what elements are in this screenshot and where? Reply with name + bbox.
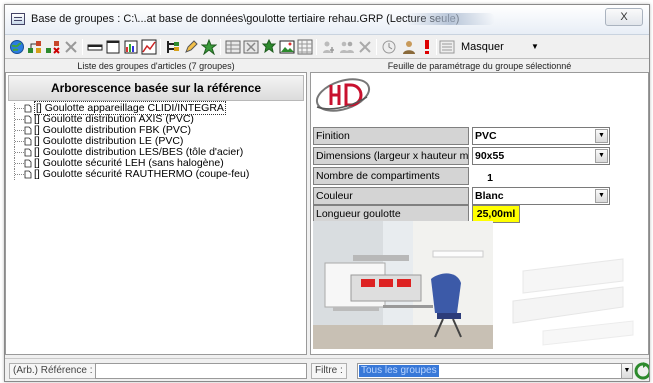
filter-value: Tous les groupes: [359, 365, 439, 377]
edit-icon[interactable]: [183, 39, 199, 55]
exclamation-icon[interactable]: [419, 39, 435, 55]
window-icon[interactable]: [105, 39, 121, 55]
filter-input[interactable]: Tous les groupes: [357, 363, 627, 379]
couleur-select[interactable]: Blanc ▼: [472, 187, 610, 205]
leaf-icon: [24, 104, 32, 113]
chevron-down-icon[interactable]: ▼: [595, 129, 608, 143]
param-label: Dimensions (largeur x hauteur mm): [313, 147, 469, 165]
grid-icon[interactable]: [297, 39, 313, 55]
chart-window-icon[interactable]: [123, 39, 139, 55]
table-x-icon[interactable]: [243, 39, 259, 55]
toolbar: Masquer ▼: [5, 35, 649, 59]
tree-item-label: [] Goulotte sécurité RAUTHERMO (coupe-fe…: [34, 168, 250, 180]
person-group-icon[interactable]: [339, 39, 355, 55]
param-row-finition: Finition PVC ▼: [313, 127, 610, 145]
company-logo: [315, 78, 371, 112]
chart-icon[interactable]: [141, 39, 157, 55]
status-bar: (Arb.) Référence : Filtre : Tous les gro…: [5, 358, 650, 381]
param-row-dimensions: Dimensions (largeur x hauteur mm) 90x55 ▼: [313, 147, 610, 165]
masquer-label: Masquer: [461, 41, 504, 53]
globe-icon[interactable]: [9, 39, 25, 55]
refresh-icon[interactable]: [633, 361, 650, 381]
app-icon: [11, 13, 25, 25]
reference-input[interactable]: [95, 363, 307, 379]
param-row-compartiments: Nombre de compartiments 1: [313, 167, 609, 188]
office-photo: [313, 221, 493, 349]
leaf-icon: [24, 137, 32, 146]
delete-icon[interactable]: [63, 39, 79, 55]
param-value: PVC: [475, 130, 497, 142]
tree-people-icon[interactable]: [27, 39, 43, 55]
table-icon[interactable]: [225, 39, 241, 55]
close-button[interactable]: X: [605, 8, 643, 26]
dimensions-select[interactable]: 90x55 ▼: [472, 147, 610, 165]
minimize-icon[interactable]: [87, 39, 103, 55]
star-icon[interactable]: [201, 39, 217, 55]
leaf-icon: [24, 159, 32, 168]
param-value: 90x55: [475, 150, 505, 162]
reference-label: (Arb.) Référence :: [9, 363, 97, 379]
left-panel-header: Liste des groupes d'articles (7 groupes): [5, 60, 307, 72]
image-icon[interactable]: [279, 39, 295, 55]
chevron-down-icon[interactable]: ▼: [595, 149, 608, 163]
clock-icon[interactable]: [381, 39, 397, 55]
param-label: Couleur: [313, 187, 469, 205]
blurred-region: [405, 13, 495, 25]
chevron-down-icon[interactable]: ▼: [595, 189, 608, 203]
param-value: Blanc: [475, 190, 504, 202]
tree-star-icon[interactable]: [261, 39, 277, 55]
finition-select[interactable]: PVC ▼: [472, 127, 610, 145]
window-title: Base de groupes : C:\...at base de donné…: [31, 13, 460, 25]
list-icon[interactable]: [439, 39, 455, 55]
tree-title[interactable]: Arborescence basée sur la référence: [8, 75, 304, 101]
title-bar[interactable]: Base de groupes : C:\...at base de donné…: [5, 5, 649, 35]
filter-label: Filtre :: [311, 363, 347, 379]
leaf-icon: [24, 126, 32, 135]
person-icon[interactable]: [321, 39, 337, 55]
param-row-couleur: Couleur Blanc ▼: [313, 187, 610, 205]
leaf-icon: [24, 115, 32, 124]
compartiments-value[interactable]: 1: [478, 170, 502, 188]
leaf-icon: [24, 148, 32, 157]
close-x-icon[interactable]: [357, 39, 373, 55]
cable-trunking-photo: [503, 231, 643, 349]
users-icon[interactable]: [401, 39, 417, 55]
leaf-icon: [24, 170, 32, 179]
masquer-dropdown[interactable]: Masquer ▼: [457, 39, 547, 55]
tree-remove-icon[interactable]: [45, 39, 61, 55]
param-label: Finition: [313, 127, 469, 145]
tree-item[interactable]: [] Goulotte sécurité RAUTHERMO (coupe-fe…: [12, 169, 304, 180]
main-window: Base de groupes : C:\...at base de donné…: [4, 4, 650, 382]
parameter-sheet-panel: Finition PVC ▼ Dimensions (largeur x haut…: [310, 72, 649, 355]
chevron-down-icon: ▼: [531, 42, 539, 51]
group-tree-panel: Arborescence basée sur la référence [] G…: [5, 72, 307, 355]
hierarchy-icon[interactable]: [165, 39, 181, 55]
group-tree: [] Goulotte appareillage CLIDI/INTEGRA […: [12, 101, 304, 180]
right-panel-header: Feuille de paramétrage du groupe sélecti…: [310, 60, 649, 72]
param-label: Nombre de compartiments: [313, 167, 469, 185]
chevron-down-icon[interactable]: ▼: [621, 363, 633, 379]
